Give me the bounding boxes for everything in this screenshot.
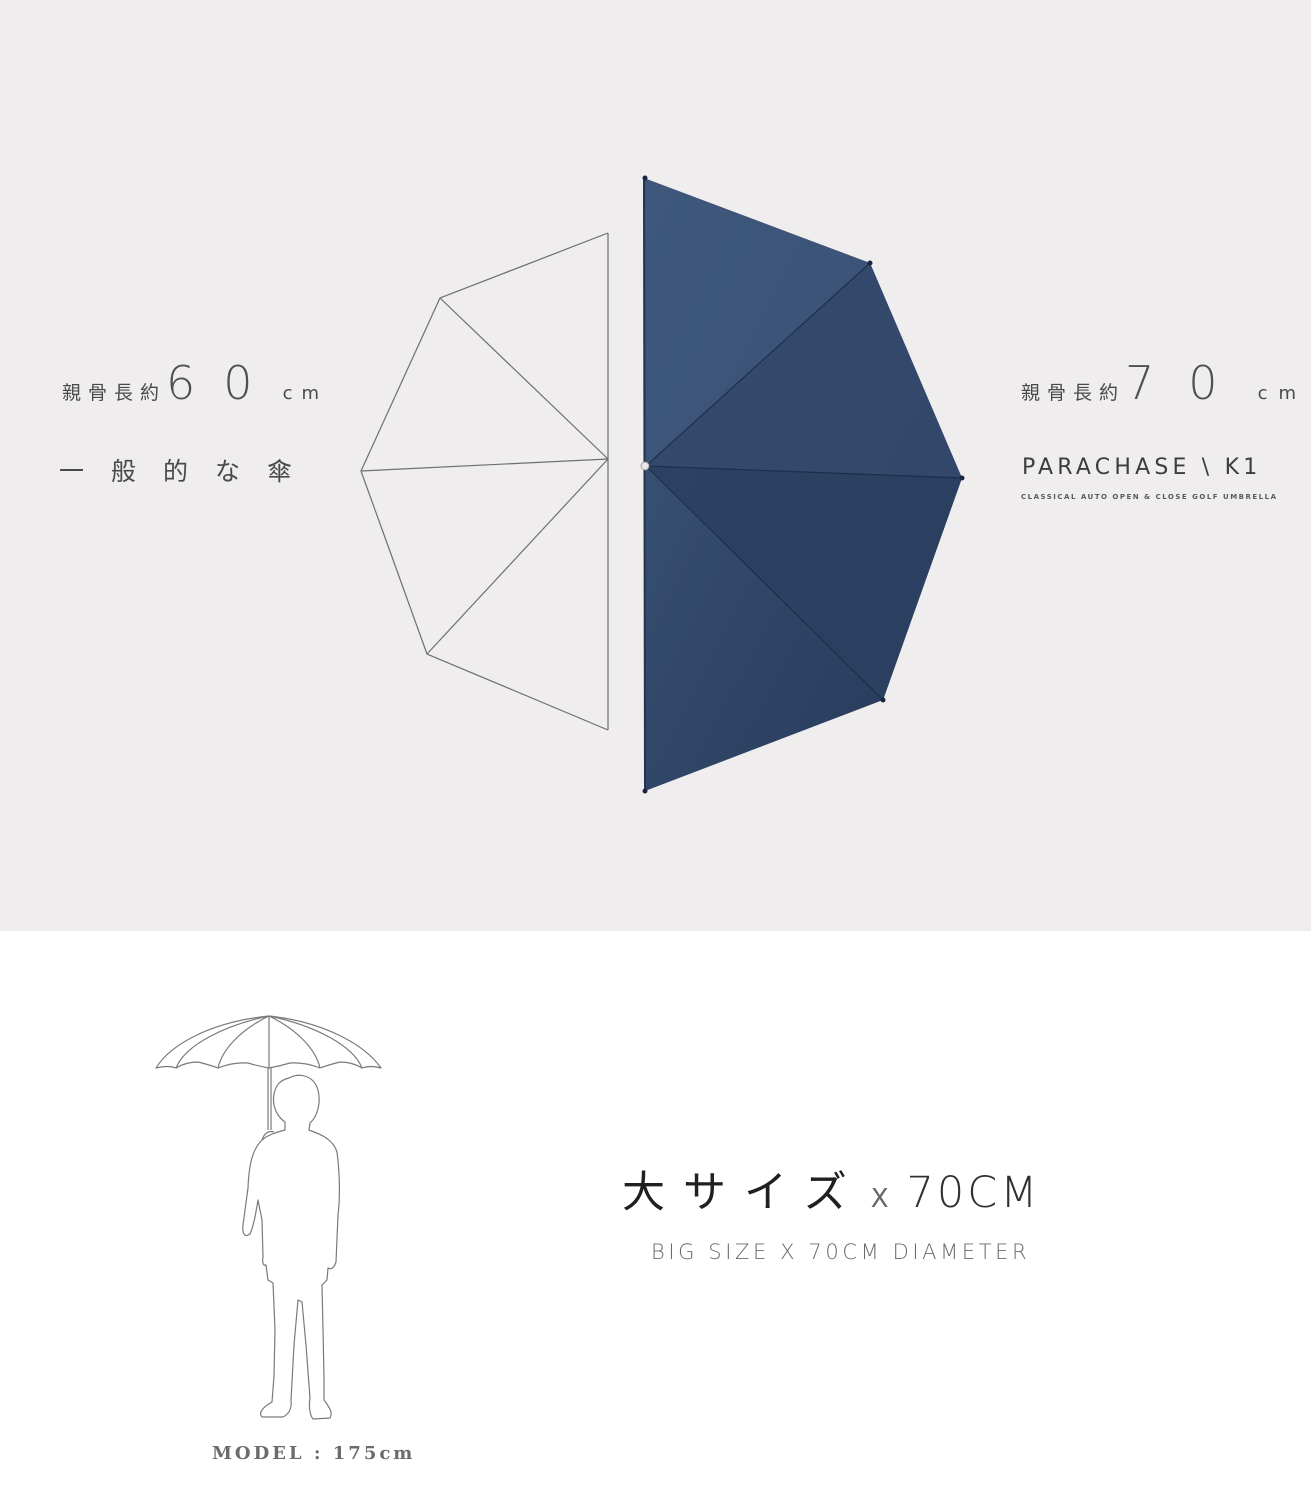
size-headline: 大サイズ X 70CM — [622, 1158, 1040, 1220]
headline-size: 70CM — [906, 1168, 1041, 1218]
outline-umbrella-icon — [360, 232, 609, 731]
standard-umbrella-caption: 一般的な傘 — [59, 457, 320, 486]
rib-length-number: 70 — [1125, 356, 1252, 410]
rib-length-label: 親骨長約 — [62, 382, 167, 404]
big-umbrella-spec: 親骨長約 70 cm — [1021, 356, 1307, 410]
brand-tagline: CLASSICAL AUTO OPEN & CLOSE GOLF UMBRELL… — [1021, 493, 1278, 501]
person-with-umbrella-icon — [155, 1015, 382, 1420]
headline-japanese: 大サイズ — [622, 1168, 865, 1218]
comparison-panel: 親骨長約 60 cm 一般的な傘 親骨長約 70 cm PARACHASE \ … — [0, 0, 1311, 931]
rib-length-label: 親骨長約 — [1021, 382, 1126, 404]
rib-length-unit: cm — [282, 383, 328, 404]
rib-length-number: 60 — [166, 356, 281, 410]
size-subheadline: BIG SIZE X 70CM DIAMETER — [651, 1240, 1031, 1264]
headline-multiplier: X — [870, 1184, 889, 1214]
model-height-caption: MODEL : 175cm — [212, 1443, 416, 1464]
navy-umbrella-icon — [640, 175, 965, 794]
rib-length-unit: cm — [1257, 383, 1307, 404]
standard-umbrella-spec: 親骨長約 60 cm — [62, 356, 328, 410]
brand-name: PARACHASE \ K1 — [1022, 455, 1262, 480]
